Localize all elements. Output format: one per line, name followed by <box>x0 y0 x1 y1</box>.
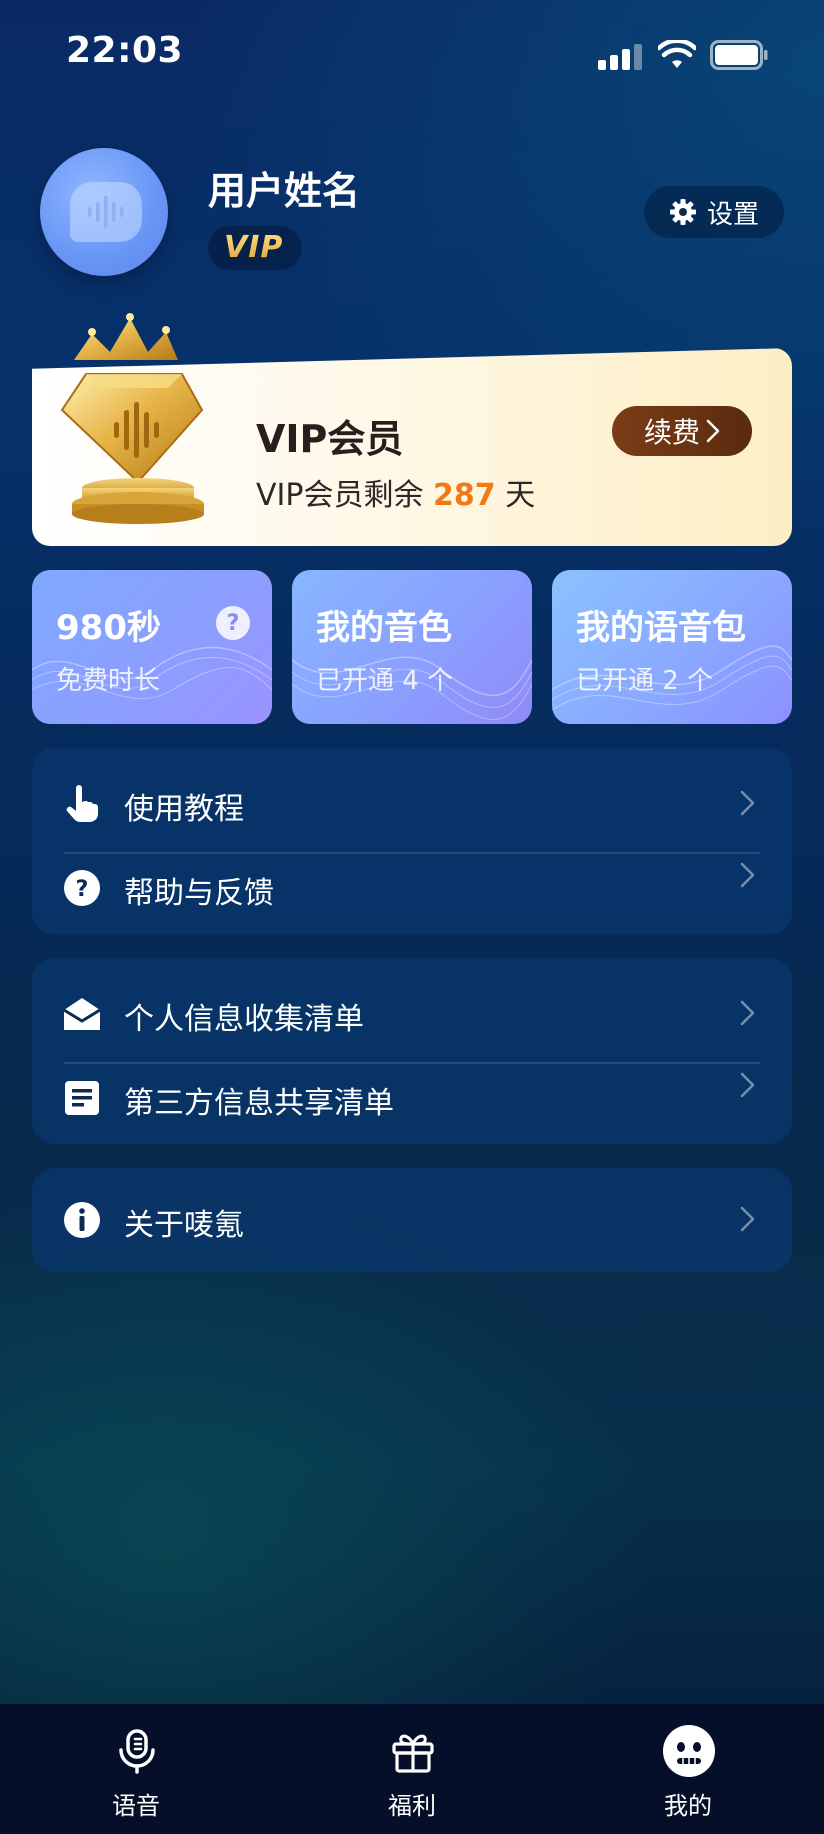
menu-item-label: 关于唛氪 <box>124 1208 244 1243</box>
vip-remaining-days: 287 <box>433 478 496 513</box>
crown-trophy-icon <box>60 313 204 524</box>
vip-remaining-prefix: VIP会员剩余 <box>256 478 424 513</box>
menu-item-label: 使用教程 <box>124 792 244 827</box>
renew-button[interactable]: 续费 <box>612 406 752 456</box>
vip-badge: VIP <box>208 226 302 270</box>
pointer-hand-icon <box>66 785 98 822</box>
gift-icon <box>392 1734 434 1773</box>
stat-subtitle: 免费时长 <box>56 666 161 696</box>
stat-title: 我的语音包 <box>576 608 746 648</box>
bottom-tab-bar: 语音 福利 我的 <box>0 1704 824 1834</box>
menu-item-label: 第三方信息共享清单 <box>124 1086 394 1121</box>
menu-group-privacy: 个人信息收集清单 第三方信息共享清单 <box>32 958 792 1144</box>
my-voices-card[interactable]: 我的音色 已开通 4 个 <box>292 570 532 724</box>
my-voice-packs-card[interactable]: 我的语音包 已开通 2 个 <box>552 570 792 724</box>
stat-subtitle: 已开通 4 个 <box>316 666 454 696</box>
open-envelope-icon <box>63 998 101 1030</box>
menu-item-label: 帮助与反馈 <box>124 876 274 911</box>
microphone-icon <box>119 1729 155 1774</box>
chevron-right-icon <box>740 1206 755 1232</box>
menu-item-personal-info[interactable]: 个人信息收集清单 <box>32 970 792 1064</box>
stat-title: 我的音色 <box>316 608 452 648</box>
menu-item-tutorial[interactable]: 使用教程 <box>32 760 792 854</box>
vip-badge-label: VIP <box>224 230 284 265</box>
tab-label: 福利 <box>388 1792 436 1820</box>
tab-label: 语音 <box>112 1792 160 1820</box>
cellular-signal-icon <box>598 44 642 70</box>
settings-label: 设置 <box>706 199 759 230</box>
tab-voice[interactable]: 语音 <box>36 1704 236 1834</box>
document-icon <box>65 1081 99 1115</box>
battery-icon <box>710 40 768 70</box>
menu-group-about: 关于唛氪 <box>32 1168 792 1272</box>
free-duration-card[interactable]: 980秒 免费时长 ? <box>32 570 272 724</box>
chevron-right-icon <box>740 1000 755 1026</box>
menu-item-third-party-sharing[interactable]: 第三方信息共享清单 <box>32 1054 792 1140</box>
tab-label: 我的 <box>664 1792 712 1820</box>
info-circle-icon <box>64 1202 100 1238</box>
user-name: 用户姓名 <box>208 169 361 213</box>
menu-item-about[interactable]: 关于唛氪 <box>32 1176 792 1262</box>
chevron-right-icon <box>740 1072 755 1098</box>
avatar[interactable] <box>40 148 168 276</box>
vip-remaining-unit: 天 <box>505 478 536 513</box>
menu-item-help-feedback[interactable]: ? 帮助与反馈 <box>32 844 792 930</box>
chevron-right-icon <box>706 419 720 443</box>
vip-title: VIP会员 <box>256 417 404 461</box>
wifi-icon <box>658 40 696 68</box>
menu-item-label: 个人信息收集清单 <box>124 1002 364 1037</box>
settings-button[interactable]: 设置 <box>644 186 784 238</box>
stat-subtitle: 已开通 2 个 <box>576 666 714 696</box>
sound-wave-icon <box>88 196 124 228</box>
chevron-right-icon <box>740 862 755 888</box>
menu-group-help: 使用教程 ? 帮助与反馈 <box>32 748 792 934</box>
question-circle-icon[interactable]: ? <box>216 606 250 640</box>
status-time: 22:03 <box>66 30 184 71</box>
svg-text:?: ? <box>76 877 89 902</box>
face-icon <box>663 1725 715 1777</box>
tab-mine[interactable]: 我的 <box>588 1704 788 1834</box>
renew-label: 续费 <box>643 416 700 449</box>
tab-benefits[interactable]: 福利 <box>312 1704 512 1834</box>
vip-remaining-text: VIP会员剩余 287 天 <box>256 470 535 514</box>
question-circle-icon: ? <box>64 870 100 906</box>
gear-icon <box>669 199 696 225</box>
chevron-right-icon <box>740 790 755 816</box>
stat-title: 980秒 <box>56 608 161 648</box>
